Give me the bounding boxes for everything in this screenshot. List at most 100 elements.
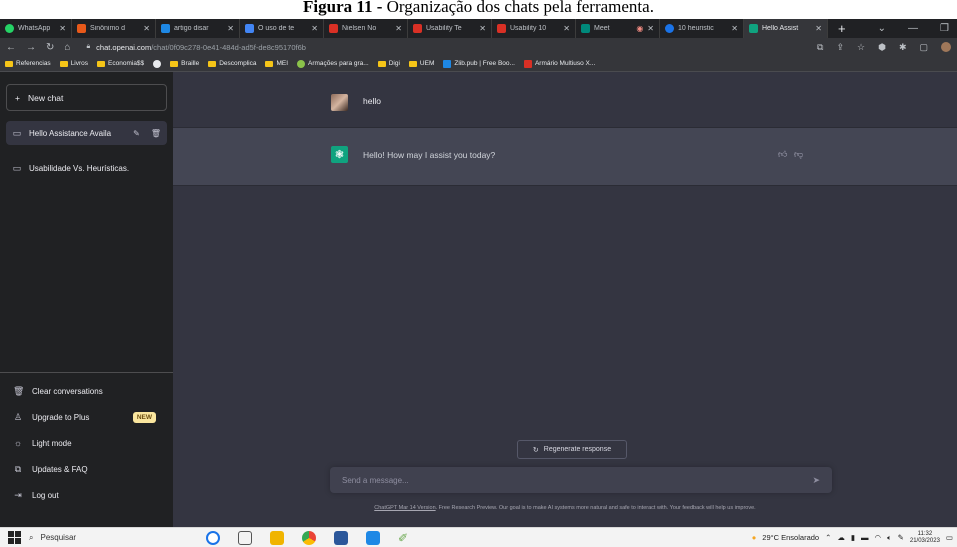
close-icon[interactable]: ✕ bbox=[815, 24, 822, 33]
volume-icon[interactable]: 🔈︎ bbox=[887, 533, 892, 543]
close-icon[interactable]: ✕ bbox=[311, 24, 318, 33]
version-link[interactable]: ChatGPT Mar 14 Version bbox=[374, 505, 435, 511]
minimize-icon[interactable]: — bbox=[908, 23, 918, 34]
usb-icon[interactable]: ▮ bbox=[851, 533, 855, 542]
menu-label: Light mode bbox=[32, 438, 72, 448]
log-out-button[interactable]: ⇥ Log out bbox=[0, 483, 173, 507]
tab-hello-assist[interactable]: Hello Assist ✕ bbox=[744, 19, 828, 38]
bookmark-armacoes[interactable]: Armações para gra... bbox=[297, 59, 369, 68]
send-icon[interactable]: ➤ bbox=[812, 475, 820, 486]
bookmark-label: MEI bbox=[276, 60, 289, 67]
close-icon[interactable]: ✕ bbox=[479, 24, 486, 33]
chat-item-hello[interactable]: ▭ Hello Assistance Availa ✎ 🗑︎ bbox=[6, 121, 167, 145]
battery-icon[interactable]: ▬ bbox=[861, 533, 869, 542]
tab-uso[interactable]: O uso de te ✕ bbox=[240, 19, 324, 38]
shield-extension-icon[interactable]: ⬢ bbox=[878, 42, 886, 53]
trash-icon: 🗑︎ bbox=[13, 385, 25, 396]
message-input[interactable] bbox=[342, 475, 802, 485]
bookmark-armario[interactable]: Armário Multiuso X... bbox=[523, 59, 595, 68]
back-arrow-icon[interactable]: ← bbox=[6, 42, 16, 53]
bookmark-mei[interactable]: MEI bbox=[265, 60, 288, 67]
tab-heuristics[interactable]: 10 heuristic ✕ bbox=[660, 19, 744, 38]
wifi-icon[interactable]: ◠ bbox=[875, 533, 882, 542]
forward-arrow-icon[interactable]: → bbox=[26, 42, 36, 53]
bookmark-digi[interactable]: Digi bbox=[377, 60, 400, 67]
close-icon[interactable]: ✕ bbox=[563, 24, 570, 33]
logout-icon: ⇥ bbox=[14, 489, 22, 500]
close-icon[interactable]: ✕ bbox=[227, 24, 234, 33]
tab-artigo[interactable]: artigo disar ✕ bbox=[156, 19, 240, 38]
bookmark-descomplica[interactable]: Descomplica bbox=[208, 60, 256, 67]
tab-whatsapp[interactable]: WhatsApp ✕ bbox=[0, 19, 72, 38]
bookmark-braille[interactable]: Braille bbox=[170, 60, 199, 67]
notifications-icon[interactable]: ▭ bbox=[946, 533, 953, 542]
home-icon[interactable]: ⌂ bbox=[64, 42, 70, 53]
url-field[interactable]: 🔒︎ chat.openai.com/chat/0f09c278-0e41-48… bbox=[86, 43, 306, 52]
folder-icon bbox=[208, 60, 217, 67]
paint-icon[interactable]: ✐ bbox=[398, 531, 412, 545]
weather-text[interactable]: 29°C Ensolarado bbox=[762, 533, 819, 542]
folder-icon bbox=[408, 60, 417, 67]
site-icon bbox=[153, 59, 162, 68]
task-view-icon[interactable] bbox=[238, 530, 252, 545]
extensions-puzzle-icon[interactable]: ✱ bbox=[899, 42, 907, 53]
bookmark-zlib[interactable]: Zlib.pub | Free Boo... bbox=[443, 59, 515, 68]
chat-item-usabilidade[interactable]: ▭ Usabilidade Vs. Heurísticas. bbox=[6, 156, 167, 180]
bookmark-uem[interactable]: UEM bbox=[408, 60, 434, 67]
edit-pencil-icon[interactable]: ✎ bbox=[133, 129, 140, 138]
clock[interactable]: 11:32 21/03/2023 bbox=[910, 531, 940, 545]
translate-icon[interactable]: ⧉ bbox=[817, 42, 823, 53]
light-mode-button[interactable]: ☼ Light mode bbox=[0, 431, 173, 455]
tab-meet[interactable]: Meet ◉ ✕ bbox=[576, 19, 660, 38]
updates-faq-link[interactable]: ⧉ Updates & FAQ bbox=[0, 457, 173, 481]
tab-sinonimo[interactable]: Sinônimo d ✕ bbox=[72, 19, 156, 38]
profile-avatar-icon[interactable] bbox=[941, 41, 951, 52]
bookmark-referencias[interactable]: Referencias bbox=[5, 60, 51, 67]
bookmarks-bar: Referencias Livros Economia$$ Braille De… bbox=[0, 56, 957, 72]
taskbar-search[interactable]: ⌕ Pesquisar bbox=[29, 533, 179, 543]
new-tab-plus-icon[interactable]: + bbox=[828, 21, 856, 36]
cortana-icon[interactable] bbox=[206, 530, 220, 545]
folder-icon bbox=[170, 60, 179, 67]
tab-search-chevron-icon[interactable]: ⌄ bbox=[878, 23, 886, 34]
close-icon[interactable]: ✕ bbox=[647, 24, 654, 33]
bookmark-economia[interactable]: Economia$$ bbox=[97, 60, 144, 67]
tab-label: Nielsen No bbox=[342, 25, 377, 32]
word-icon[interactable] bbox=[334, 530, 348, 545]
bookmark-livros[interactable]: Livros bbox=[59, 60, 88, 67]
figure-caption-number: Figura 11 - bbox=[303, 0, 383, 16]
close-icon[interactable]: ✕ bbox=[395, 24, 402, 33]
photos-icon[interactable] bbox=[366, 530, 380, 545]
thumbs-up-icon[interactable]: 👍︎ bbox=[778, 149, 787, 160]
close-icon[interactable]: ✕ bbox=[59, 24, 66, 33]
chrome-icon[interactable] bbox=[302, 530, 316, 545]
tab-label: Usability Te bbox=[426, 25, 462, 32]
pen-icon[interactable]: ✎ bbox=[898, 533, 904, 542]
tab-usability-te[interactable]: Usability Te ✕ bbox=[408, 19, 492, 38]
share-icon[interactable]: ⇪ bbox=[836, 42, 844, 53]
url-host: chat.openai.com bbox=[96, 42, 152, 52]
windows-start-icon[interactable] bbox=[8, 531, 21, 544]
tab-usability-10[interactable]: Usability 10 ✕ bbox=[492, 19, 576, 38]
clear-conversations-button[interactable]: 🗑︎ Clear conversations bbox=[0, 379, 173, 403]
file-explorer-icon[interactable] bbox=[270, 530, 284, 545]
reload-icon[interactable]: ↻ bbox=[46, 42, 54, 53]
tab-nielsen[interactable]: Nielsen No ✕ bbox=[324, 19, 408, 38]
close-icon[interactable]: ✕ bbox=[731, 24, 738, 33]
trash-icon[interactable]: 🗑︎ bbox=[151, 129, 161, 138]
new-chat-button[interactable]: + New chat bbox=[6, 84, 167, 111]
site-icon bbox=[523, 59, 532, 68]
chat-main-area: hello ❃ Hello! How may I assist you toda… bbox=[173, 72, 957, 527]
upgrade-to-plus-button[interactable]: ♙ Upgrade to Plus NEW bbox=[0, 405, 173, 429]
maximize-icon[interactable]: ❐ bbox=[940, 23, 949, 34]
bookmark-star-icon[interactable]: ☆ bbox=[857, 42, 865, 53]
bookmark-site[interactable] bbox=[153, 59, 162, 68]
cloud-icon[interactable]: ☁︎ bbox=[837, 533, 845, 542]
tab-label: O uso de te bbox=[258, 25, 295, 32]
thumbs-down-icon[interactable]: 👎︎ bbox=[794, 149, 803, 160]
sidepanel-icon[interactable]: ▢ bbox=[919, 42, 928, 53]
tray-chevron-icon[interactable]: ⌃ bbox=[825, 533, 831, 542]
close-icon[interactable]: ✕ bbox=[143, 24, 150, 33]
regenerate-response-button[interactable]: ↻ Regenerate response bbox=[517, 440, 627, 459]
tab-label: Hello Assist bbox=[762, 25, 799, 32]
